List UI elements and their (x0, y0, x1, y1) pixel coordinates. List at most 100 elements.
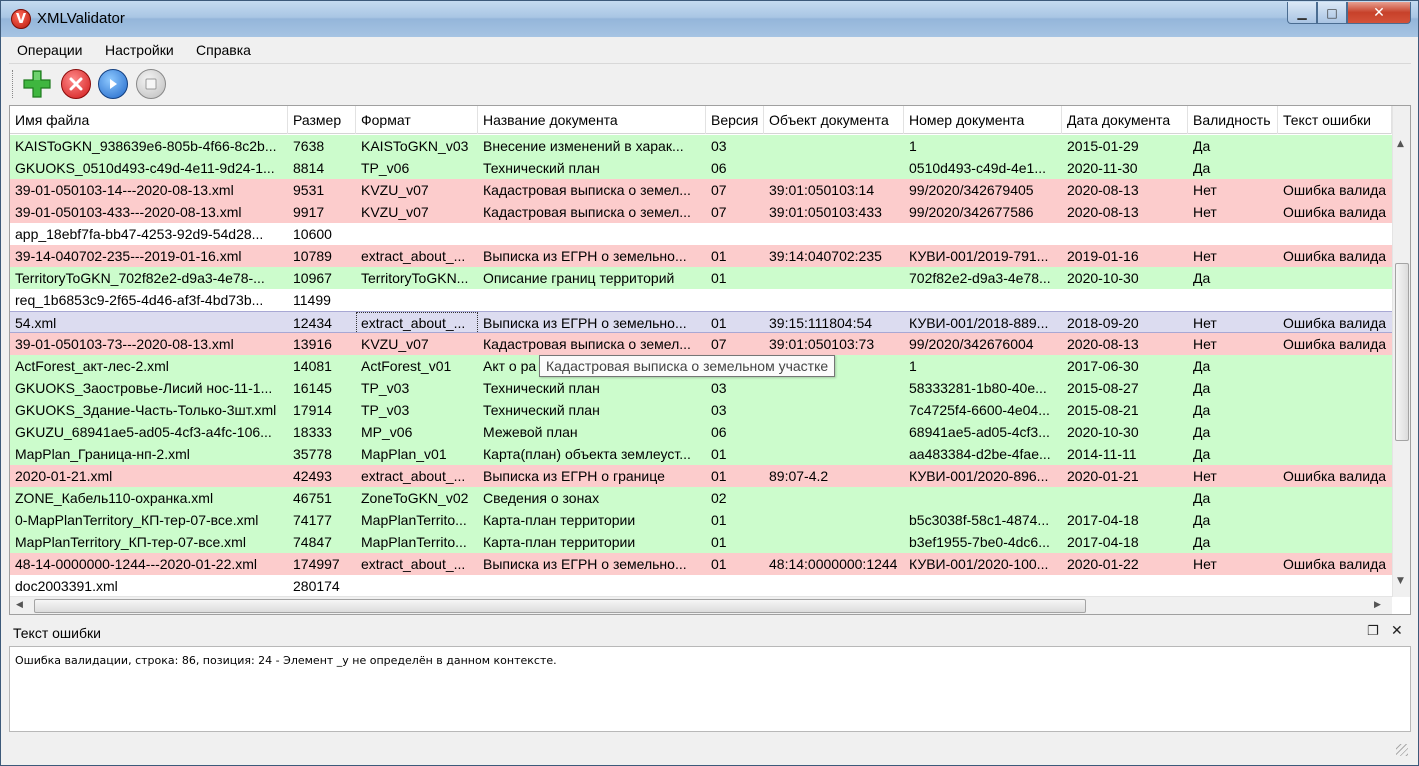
horizontal-scroll-thumb[interactable] (34, 599, 1086, 613)
col-validity-cell (1188, 575, 1278, 597)
col-filename-cell: 39-01-050103-14---2020-08-13.xml (15, 182, 234, 198)
table-row[interactable]: app_18ebf7fa-bb47-4253-92d9-54d28... 1060… (10, 223, 1392, 245)
header-col-doc-date[interactable]: Дата документа (1062, 106, 1188, 134)
error-panel-body[interactable]: Ошибка валидации, строка: 86, позиция: 2… (9, 646, 1411, 732)
table-row[interactable]: ZONE_Кабель110-охранка.xml 46751 ZoneToGKN… (10, 487, 1392, 509)
col-error-text-cell (1278, 575, 1392, 597)
maximize-button[interactable]: □ (1317, 2, 1347, 24)
table-row[interactable]: 48-14-0000000-1244---2020-01-22.xml 17499… (10, 553, 1392, 575)
minimize-button[interactable]: ▁ (1287, 2, 1317, 24)
col-doc-object-cell (764, 135, 904, 157)
toolbar-grip[interactable] (12, 70, 15, 98)
menu-settings[interactable]: Настройки (105, 42, 174, 58)
col-validity-cell: Нет (1193, 468, 1217, 484)
delete-icon[interactable] (61, 69, 91, 99)
col-doc-date-cell: 2020-10-30 (1067, 270, 1139, 286)
col-version-cell: 07 (711, 182, 727, 198)
col-version-cell: 01 (711, 512, 727, 528)
col-doc-object-cell (764, 509, 904, 531)
col-size-cell: 10789 (293, 248, 332, 264)
col-filename-cell: req_1b6853c9-2f65-4d46-af3f-4bd73b... (15, 292, 264, 308)
col-format-cell: TP_v03 (361, 380, 410, 396)
col-doc-object-cell (764, 575, 904, 597)
col-doc-date-cell: 2014-11-11 (1067, 446, 1137, 462)
stop-icon[interactable] (136, 69, 166, 99)
header-col-doc-title[interactable]: Название документа (478, 106, 706, 134)
table-row[interactable]: 39-01-050103-14---2020-08-13.xml 9531 KVZU… (10, 179, 1392, 201)
table-row[interactable]: 0-MapPlanTerritory_КП-тер-07-все.xml 7417… (10, 509, 1392, 531)
table-row[interactable]: doc2003391.xml 280174 (10, 575, 1392, 597)
col-size-cell: 74847 (293, 534, 332, 550)
vertical-scrollbar[interactable]: ▲ ▼ (1392, 106, 1410, 597)
scroll-up-icon[interactable]: ▲ (1397, 139, 1404, 149)
col-version-cell: 03 (711, 380, 727, 396)
header-col-version[interactable]: Версия (706, 106, 764, 134)
table-row[interactable]: 39-01-050103-433---2020-08-13.xml 9917 KVZ… (10, 201, 1392, 223)
header-col-size[interactable]: Размер (288, 106, 356, 134)
table-row[interactable]: GKUOKS_Здание-Часть-Только-3шт.xml 17914 T… (10, 399, 1392, 421)
col-doc-date-cell: 2017-06-30 (1067, 358, 1139, 374)
col-version-cell: 01 (711, 556, 727, 572)
col-filename-cell: ActForest_акт-лес-2.xml (15, 358, 169, 374)
title-bar[interactable]: V XMLValidator ▁ □ ✕ (1, 1, 1418, 37)
col-doc-number-cell (904, 223, 1062, 245)
col-format-cell: KVZU_v07 (361, 182, 429, 198)
col-doc-number-cell: b5c3038f-58c1-4874... (909, 512, 1050, 528)
table-row[interactable]: MapPlan_Граница-нп-2.xml 35778 MapPlan_v01… (10, 443, 1392, 465)
col-size-cell: 46751 (293, 490, 332, 506)
col-format-cell: extract_about_... (356, 312, 478, 334)
table-row[interactable]: req_1b6853c9-2f65-4d46-af3f-4bd73b... 114… (10, 289, 1392, 311)
float-panel-icon[interactable]: ❐ (1367, 624, 1379, 639)
col-size-cell: 35778 (293, 446, 332, 462)
close-panel-icon[interactable]: ✕ (1391, 623, 1403, 639)
col-validity-cell: Да (1193, 534, 1211, 550)
col-version-cell (706, 575, 764, 597)
table-row[interactable]: GKUOKS_0510d493-c49d-4e11-9d24-1... 8814 T… (10, 157, 1392, 179)
header-col-validity[interactable]: Валидность (1188, 106, 1278, 134)
table-row[interactable]: MapPlanTerritory_КП-тер-07-все.xml 74847 M… (10, 531, 1392, 553)
resize-grip-icon[interactable] (1396, 744, 1408, 756)
table-row[interactable]: 2020-01-21.xml 42493 extract_about_... Выпи… (10, 465, 1392, 487)
col-doc-number-cell: 99/2020/342679405 (909, 182, 1034, 198)
header-col-doc-object[interactable]: Объект документа (764, 106, 904, 134)
table-row[interactable]: 39-01-050103-73---2020-08-13.xml 13916 KVZ… (10, 333, 1392, 355)
scroll-right-icon[interactable]: ▶ (1374, 600, 1381, 610)
header-col-error-text[interactable]: Текст ошибки (1278, 106, 1392, 134)
scroll-left-icon[interactable]: ◀ (16, 600, 23, 610)
horizontal-scrollbar[interactable]: ◀ ▶ (10, 596, 1392, 614)
table-row[interactable]: GKUOKS_Заостровье-Лисий нос-11-1... 16145… (10, 377, 1392, 399)
col-doc-number-cell: КУВИ-001/2020-896... (909, 468, 1049, 484)
col-size-cell: 11499 (293, 292, 331, 308)
run-icon[interactable] (98, 69, 128, 99)
header-col-filename[interactable]: Имя файла (10, 106, 288, 134)
header-col-doc-number[interactable]: Номер документа (904, 106, 1062, 134)
col-validity-cell: Да (1193, 160, 1211, 176)
col-error-text-cell (1278, 443, 1392, 465)
col-format-cell (356, 289, 478, 311)
table-row[interactable]: 39-14-040702-235---2019-01-16.xml 10789 ex… (10, 245, 1392, 267)
header-col-format[interactable]: Формат (356, 106, 478, 134)
col-doc-object-cell: 39:01:050103:73 (769, 336, 875, 352)
col-doc-title-cell: Выписка из ЕГРН о земельно... (483, 248, 687, 264)
table-row[interactable]: KAISToGKN_938639e6-805b-4f66-8c2b... 7638… (10, 135, 1392, 157)
col-validity-cell: Да (1193, 402, 1211, 418)
col-doc-title-cell: Внесение изменений в харак... (483, 138, 684, 154)
scroll-down-icon[interactable]: ▼ (1397, 576, 1404, 586)
col-doc-date-cell (1062, 575, 1188, 597)
table-row[interactable]: 54.xml 12434 extract_about_... Выписка из Е… (10, 311, 1392, 334)
table-row[interactable]: GKUZU_68941ae5-ad05-4cf3-a4fc-106... 1833… (10, 421, 1392, 443)
col-error-text-cell: Ошибка валида (1283, 315, 1387, 331)
col-format-cell: KVZU_v07 (361, 204, 429, 220)
menu-operations[interactable]: Операции (17, 42, 83, 58)
col-filename-cell: KAISToGKN_938639e6-805b-4f66-8c2b... (15, 138, 277, 154)
close-button[interactable]: ✕ (1347, 2, 1411, 24)
menu-help[interactable]: Справка (196, 42, 251, 58)
col-filename-cell: GKUOKS_Заостровье-Лисий нос-11-1... (15, 380, 273, 396)
col-doc-date-cell: 2020-08-13 (1067, 336, 1139, 352)
add-icon[interactable] (22, 69, 52, 99)
col-doc-object-cell (764, 289, 904, 311)
vertical-scroll-thumb[interactable] (1395, 263, 1409, 441)
cell-tooltip: Кадастровая выписка о земельном участке (539, 355, 836, 377)
table-row[interactable]: TerritoryToGKN_702f82e2-d9a3-4e78-... 109… (10, 267, 1392, 289)
error-panel-header: Текст ошибки ❐ ✕ (9, 621, 1411, 645)
